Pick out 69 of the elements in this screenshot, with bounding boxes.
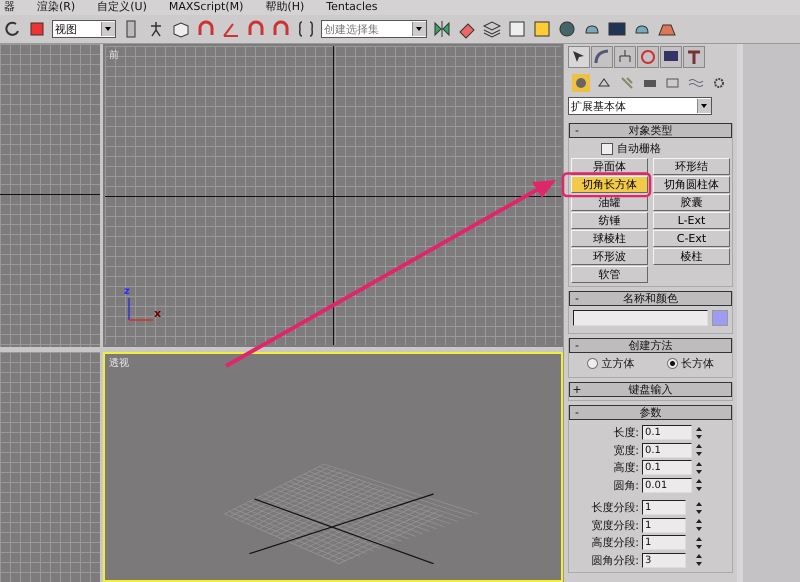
- field-label: 高度分段:: [590, 535, 639, 550]
- menu-item[interactable]: 器: [4, 0, 15, 15]
- object-type-button[interactable]: L-Ext: [653, 212, 730, 229]
- number-field[interactable]: 1: [642, 500, 686, 516]
- field-label: 长度:: [612, 425, 639, 440]
- radio-label: 长方体: [680, 356, 714, 371]
- hierarchy-icon[interactable]: [614, 46, 636, 68]
- object-type-button[interactable]: 环形结: [653, 158, 730, 175]
- selection-set-dropdown[interactable]: 创建选择集: [321, 20, 427, 38]
- radio-label: 立方体: [601, 356, 634, 371]
- number-field[interactable]: 1: [642, 518, 686, 533]
- mirror-icon[interactable]: [432, 19, 452, 39]
- radio-button[interactable]: [666, 358, 678, 369]
- number-field[interactable]: 3: [642, 552, 686, 568]
- axis-label: x: [154, 309, 162, 319]
- menu-item[interactable]: MAXScript(M): [168, 0, 244, 15]
- number-field[interactable]: 0.01: [642, 478, 692, 493]
- cursor-icon[interactable]: [568, 46, 590, 68]
- field-label: 宽度:: [612, 442, 639, 458]
- layers-icon[interactable]: [482, 19, 502, 39]
- object-type-button[interactable]: 球棱柱: [571, 230, 648, 247]
- radio-button[interactable]: [587, 358, 598, 369]
- viewport-label: 前: [109, 49, 119, 62]
- spinner-icon[interactable]: [695, 500, 703, 515]
- axis-label: z: [124, 287, 130, 297]
- rollout-header[interactable]: - 名称和颜色: [569, 291, 732, 306]
- menu-item[interactable]: Tentacles: [326, 0, 378, 15]
- rollout-header[interactable]: - 创建方法: [569, 338, 732, 353]
- checkbox[interactable]: [601, 142, 613, 154]
- object-type-button[interactable]: C-Ext: [653, 230, 730, 247]
- spinner-icon[interactable]: [695, 553, 703, 568]
- name-field[interactable]: [573, 310, 708, 326]
- number-field[interactable]: 0.1: [642, 460, 692, 476]
- field-label: 高度:: [612, 460, 639, 476]
- object-type-button[interactable]: 棱柱: [653, 248, 730, 265]
- object-type-button[interactable]: 软管: [571, 266, 648, 283]
- field-label: 圆角:: [612, 478, 639, 493]
- spinner-icon[interactable]: [695, 536, 703, 550]
- checkbox-label: 自动栅格: [617, 141, 661, 156]
- viewport[interactable]: 透视: [103, 352, 563, 582]
- field-label: 长度分段:: [590, 500, 639, 516]
- spinner-icon[interactable]: [695, 478, 703, 492]
- number-field[interactable]: 0.1: [642, 442, 692, 458]
- object-type-button[interactable]: 切角圆柱体: [653, 176, 730, 193]
- field-label: 圆角分段:: [590, 552, 639, 568]
- object-type-button[interactable]: 纺锤: [571, 212, 648, 229]
- object-type-button[interactable]: 胶囊: [653, 194, 730, 211]
- spinner-icon[interactable]: [695, 518, 703, 532]
- rollout-header[interactable]: - 参数: [569, 405, 732, 420]
- braces-icon[interactable]: [296, 19, 316, 39]
- spinner-icon[interactable]: [695, 443, 703, 458]
- rollout-header[interactable]: + 键盘输入: [569, 382, 732, 397]
- field-label: 宽度分段:: [590, 518, 639, 533]
- rollout-header[interactable]: - 对象类型: [569, 123, 732, 138]
- category-dropdown[interactable]: 扩展基本体: [568, 97, 712, 115]
- view-dropdown[interactable]: 视图: [52, 20, 116, 38]
- number-field[interactable]: 1: [642, 535, 686, 550]
- object-type-button[interactable]: 切角长方体: [571, 176, 648, 193]
- curve-icon[interactable]: [591, 46, 613, 68]
- spinner-icon[interactable]: [695, 426, 703, 440]
- color-swatch[interactable]: [712, 310, 728, 326]
- viewport-label: 透视: [109, 356, 129, 370]
- object-type-button[interactable]: 环形波: [571, 248, 648, 265]
- spinner-icon[interactable]: [695, 460, 703, 475]
- number-field[interactable]: 0.1: [642, 425, 692, 440]
- menu-item[interactable]: 自定义(U): [97, 0, 147, 15]
- menu-item[interactable]: 渲染(R): [37, 0, 76, 15]
- axis-tripod-icon: [127, 296, 153, 322]
- menu-item[interactable]: 帮助(H): [265, 0, 304, 15]
